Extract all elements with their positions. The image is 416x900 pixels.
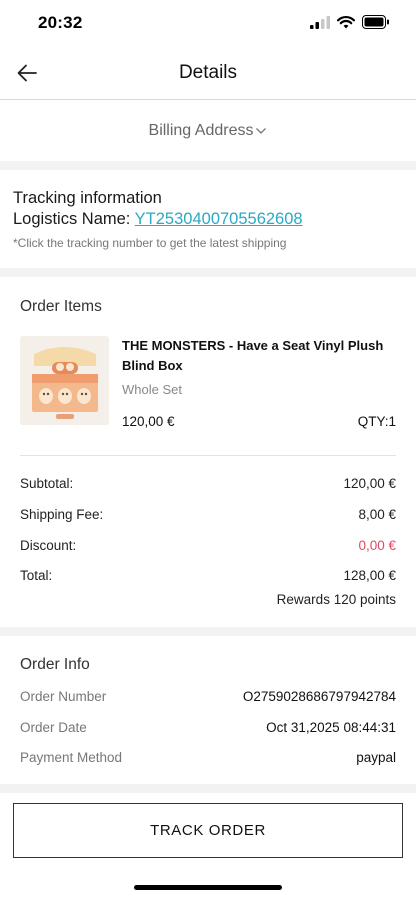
section-divider: [0, 268, 416, 277]
tracking-hint: *Click the tracking number to get the la…: [13, 236, 287, 250]
chevron-down-icon: [256, 127, 267, 134]
total-label: Total:: [20, 568, 53, 583]
payment-method-label: Payment Method: [20, 750, 123, 765]
nav-bar: Details: [0, 46, 416, 100]
order-info-title: Order Info: [20, 656, 90, 673]
order-date-label: Order Date: [20, 720, 87, 735]
wifi-icon: [337, 15, 355, 28]
shipping-label: Shipping Fee:: [20, 507, 104, 522]
items-divider: [20, 455, 396, 456]
discount-value: 0,00 €: [358, 538, 396, 553]
billing-address-toggle[interactable]: Billing Address: [149, 122, 268, 140]
home-indicator[interactable]: [134, 885, 282, 890]
page-title: Details: [178, 62, 238, 83]
order-number-value: O2759028686797942784: [242, 689, 396, 704]
tracking-title: Tracking information: [13, 189, 162, 207]
order-items-section: Order Items THE MONSTERS - Have a Seat V…: [0, 277, 416, 618]
rewards-value: Rewards 120 points: [276, 592, 396, 607]
logistics-line: Logistics Name: YT2530400705562608: [13, 210, 303, 229]
logistics-label: Logistics Name:: [13, 210, 135, 228]
track-order-button[interactable]: TRACK ORDER: [13, 803, 403, 858]
product-name[interactable]: THE MONSTERS - Have a Seat Vinyl Plush B…: [122, 336, 392, 375]
total-value: 128,00 €: [343, 568, 396, 583]
billing-address-label: Billing Address: [148, 122, 254, 139]
order-number-label: Order Number: [20, 689, 107, 704]
billing-section: Billing Address: [0, 101, 416, 161]
discount-label: Discount:: [20, 538, 77, 553]
order-items-title: Order Items: [20, 298, 102, 315]
order-info-section: Order Info Order Number O275902868679794…: [0, 636, 416, 784]
payment-method-value: paypal: [356, 750, 396, 765]
status-bar: 20:32: [0, 0, 416, 46]
battery-icon: [362, 15, 389, 29]
status-time: 20:32: [38, 13, 83, 32]
section-divider: [0, 784, 416, 793]
product-image[interactable]: [20, 336, 109, 425]
product-qty: QTY:1: [357, 414, 396, 429]
tracking-section: Tracking information Logistics Name: YT2…: [0, 170, 416, 268]
tracking-number-link[interactable]: YT2530400705562608: [135, 210, 303, 228]
shipping-value: 8,00 €: [358, 507, 396, 522]
status-icons: [310, 15, 390, 29]
subtotal-label: Subtotal:: [20, 476, 74, 491]
signal-icon: [310, 15, 330, 29]
section-divider: [0, 161, 416, 170]
product-box-illustration: [20, 336, 109, 425]
product-price: 120,00 €: [122, 414, 175, 429]
order-date-value: Oct 31,2025 08:44:31: [266, 720, 396, 735]
product-variant: Whole Set: [122, 382, 182, 397]
subtotal-value: 120,00 €: [343, 476, 396, 491]
section-divider: [0, 627, 416, 636]
